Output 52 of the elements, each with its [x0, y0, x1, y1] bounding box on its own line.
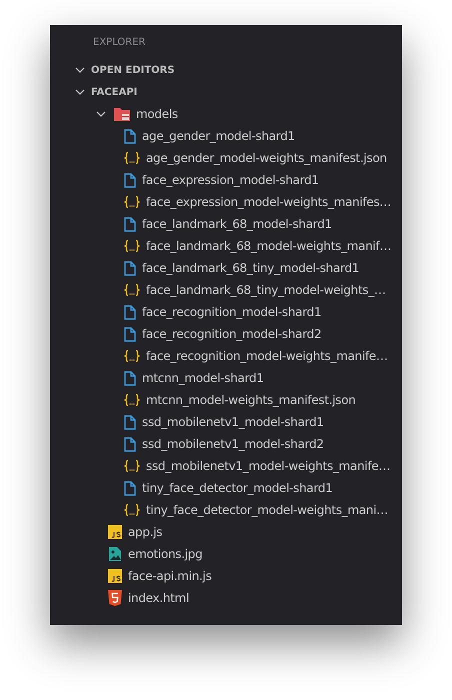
- braces-icon: [124, 349, 140, 363]
- file-icon: [124, 326, 136, 342]
- tree-item[interactable]: emotions.jpg: [50, 543, 402, 565]
- tree-item[interactable]: mtcnn_model-weights_manifest.json: [50, 389, 402, 411]
- tree-item[interactable]: face_landmark_68_tiny_model-weights_…: [50, 279, 402, 301]
- tree-item[interactable]: face_landmark_68_tiny_model-shard1: [50, 257, 402, 279]
- tree-item[interactable]: face-api.min.js: [50, 565, 402, 587]
- tree-item[interactable]: ssd_mobilenetv1_model-shard2: [50, 433, 402, 455]
- tree-item[interactable]: age_gender_model-weights_manifest.json: [50, 147, 402, 169]
- tree-item[interactable]: face_expression_model-weights_manifes…: [50, 191, 402, 213]
- file-icon: [124, 216, 136, 232]
- tree-item[interactable]: face_recognition_model-shard1: [50, 301, 402, 323]
- tree-item[interactable]: face_recognition_model-shard2: [50, 323, 402, 345]
- file-icon: [124, 128, 136, 144]
- tree-item[interactable]: face_landmark_68_model-shard1: [50, 213, 402, 235]
- tree-item[interactable]: mtcnn_model-shard1: [50, 367, 402, 389]
- braces-icon: [124, 283, 140, 297]
- js-file-icon: [108, 569, 122, 583]
- chevron-icon: [75, 89, 85, 95]
- braces-icon: [124, 239, 140, 253]
- panel-title: EXPLORER: [92, 36, 146, 50]
- file-icon: [124, 304, 136, 320]
- braces-icon: [124, 195, 140, 209]
- tree-item[interactable]: ssd_mobilenetv1_model-shard1: [50, 411, 402, 433]
- tree-item[interactable]: face_expression_model-shard1: [50, 169, 402, 191]
- file-icon: [124, 370, 136, 386]
- tree-item[interactable]: index.html: [50, 587, 402, 609]
- section-header[interactable]: FACEAPI: [50, 81, 402, 103]
- tree-item[interactable]: face_recognition_model-weights_manife…: [50, 345, 402, 367]
- folder-icon: [114, 107, 130, 121]
- tree-item[interactable]: tiny_face_detector_model-shard1: [50, 477, 402, 499]
- chevron-icon: [96, 111, 106, 117]
- file-icon: [124, 480, 136, 496]
- braces-icon: [124, 393, 140, 407]
- tree-item[interactable]: face_landmark_68_model-weights_manif…: [50, 235, 402, 257]
- file-icon: [124, 260, 136, 276]
- file-icon: [124, 172, 136, 188]
- image-file-icon: [108, 546, 122, 562]
- tree-item[interactable]: app.js: [50, 521, 402, 543]
- tree-item[interactable]: age_gender_model-shard1: [50, 125, 402, 147]
- file-icon: [124, 436, 136, 452]
- tree-item[interactable]: tiny_face_detector_model-weights_mani…: [50, 499, 402, 521]
- js-file-icon: [108, 525, 122, 539]
- braces-icon: [124, 503, 140, 517]
- section-header[interactable]: OPEN EDITORS: [50, 59, 402, 81]
- chevron-icon: [75, 67, 85, 73]
- tree-item[interactable]: ssd_mobilenetv1_model-weights_manife…: [50, 455, 402, 477]
- braces-icon: [124, 459, 140, 473]
- file-icon: [124, 414, 136, 430]
- html-file-icon: [108, 590, 122, 606]
- braces-icon: [124, 151, 140, 165]
- tree-item[interactable]: models: [50, 103, 402, 125]
